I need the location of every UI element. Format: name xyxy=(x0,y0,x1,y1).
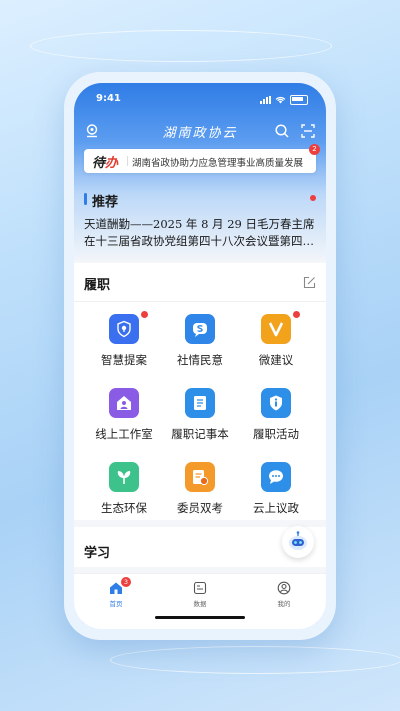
wifi-icon xyxy=(275,97,286,104)
edit-icon[interactable] xyxy=(303,276,316,289)
leaf-icon xyxy=(109,462,139,492)
duty-label: 智慧提案 xyxy=(101,353,147,367)
robot-icon xyxy=(289,531,307,550)
status-bar: 9:41 xyxy=(96,93,308,109)
tab-profile[interactable]: 我的 xyxy=(254,581,314,608)
duty-label: 生态环保 xyxy=(101,501,147,515)
duty-label: 委员双考 xyxy=(177,501,223,515)
duty-label: 社情民意 xyxy=(177,353,223,367)
status-time: 9:41 xyxy=(96,93,121,104)
duty-item-micro-suggestion[interactable]: 微建议 xyxy=(234,311,318,378)
duties-panel: 履职 智慧提案 社情民意 微建议 线上工作室 履职记事本 履职活动 生态环保 委… xyxy=(74,263,326,520)
duty-item-cloud-politics[interactable]: 云上议政 xyxy=(234,462,318,526)
v-letter-icon xyxy=(261,314,291,344)
todo-banner[interactable]: 待办 湖南省政协助力应急管理事业高质量发展 2 xyxy=(84,144,320,173)
scan-icon[interactable] xyxy=(300,123,316,139)
duties-title: 履职 xyxy=(84,278,111,293)
house-person-icon xyxy=(109,388,139,418)
duty-label: 线上工作室 xyxy=(95,427,153,441)
recommend-headline[interactable]: 天道酬勤——2025 年 8 月 29 日毛万春主席 在十三届省政协党组第四十八… xyxy=(84,216,316,250)
duty-label: 履职活动 xyxy=(253,427,299,441)
todo-badge: 2 xyxy=(309,144,320,155)
panel-divider xyxy=(74,301,326,302)
bottom-tab-bar: 首页 3 数据 我的 xyxy=(74,573,326,629)
assistant-robot-button[interactable] xyxy=(282,526,314,558)
tab-label: 数据 xyxy=(193,600,207,608)
duty-item-smart-proposal[interactable]: 智慧提案 xyxy=(82,311,166,378)
tab-data[interactable]: 数据 xyxy=(170,581,230,608)
duty-item-notebook[interactable]: 履职记事本 xyxy=(158,388,242,452)
notebook-icon xyxy=(185,388,215,418)
chat-s-icon xyxy=(185,314,215,344)
app-screen: 9:41 湖南政协云 待办 湖南省政协助力应急管理事业高质量发展 2 推荐 天道… xyxy=(74,83,326,629)
recommend-header: 推荐 xyxy=(84,191,316,210)
chat-bubble-icon xyxy=(261,462,291,492)
tab-home[interactable]: 首页 3 xyxy=(86,577,146,608)
duty-item-eco[interactable]: 生态环保 xyxy=(82,462,166,526)
info-badge-icon xyxy=(261,388,291,418)
home-indicator xyxy=(155,616,245,619)
exam-icon xyxy=(185,462,215,492)
recommend-title: 推荐 xyxy=(92,195,119,210)
section-accent-bar xyxy=(84,193,87,205)
todo-label: 待办 xyxy=(92,152,118,171)
duty-item-double-exam[interactable]: 委员双考 xyxy=(158,462,242,526)
duty-label: 云上议政 xyxy=(253,501,299,515)
background-swoosh-top xyxy=(30,30,332,62)
headline-line-1: 天道酬勤——2025 年 8 月 29 日毛万春主席 xyxy=(84,217,315,231)
battery-icon xyxy=(290,95,308,105)
duty-item-activities[interactable]: 履职活动 xyxy=(234,388,318,452)
duty-item-public-opinion[interactable]: 社情民意 xyxy=(158,314,242,378)
todo-divider xyxy=(127,156,128,166)
data-card-icon xyxy=(193,581,207,595)
top-bar: 湖南政协云 xyxy=(74,119,326,143)
duty-label: 履职记事本 xyxy=(171,427,229,441)
user-icon xyxy=(277,581,291,595)
notification-dot xyxy=(141,311,148,318)
recommend-dot xyxy=(310,195,316,201)
duty-label: 微建议 xyxy=(258,353,294,367)
headline-line-2: 在十三届省政协党组第四十八次会议暨第四十七次主席会议上的讲话 xyxy=(84,234,316,248)
tab-badge: 3 xyxy=(121,577,131,587)
notification-dot xyxy=(293,311,300,318)
background-swoosh-bottom xyxy=(110,646,400,674)
duty-item-online-studio[interactable]: 线上工作室 xyxy=(82,388,166,452)
todo-label-prefix: 待 xyxy=(92,156,106,171)
todo-text: 湖南省政协助力应急管理事业高质量发展 xyxy=(132,158,304,169)
search-icon[interactable] xyxy=(274,123,290,139)
study-title: 学习 xyxy=(84,546,111,561)
tab-label: 我的 xyxy=(277,600,291,608)
bulb-shield-icon xyxy=(109,314,139,344)
tab-label: 首页 xyxy=(109,600,123,608)
todo-label-suffix: 办 xyxy=(105,156,119,171)
signal-icon xyxy=(260,96,271,104)
